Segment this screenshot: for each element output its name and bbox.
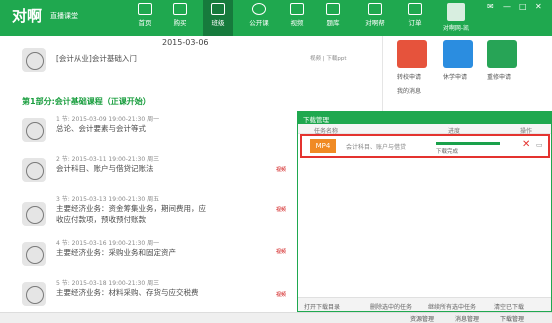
clear-finished-button[interactable]: 清空已下载 (494, 302, 524, 311)
download-progress-bar (436, 142, 500, 145)
nav-help[interactable]: 对啊帮 (360, 3, 390, 27)
app-logo-sub: 直播课堂 (50, 12, 78, 20)
transfer-button[interactable] (397, 40, 427, 68)
minimize-icon[interactable]: — (503, 2, 511, 11)
status-bar: 资源管理 消息管理 下载管理 (0, 312, 552, 323)
nav-orders[interactable]: 订单 (400, 3, 430, 27)
download-item[interactable]: MP4 会计科目、账户与借贷 下载完成 ✕ ▭ (300, 134, 550, 158)
diamond-icon (173, 3, 187, 15)
play-circle-icon (252, 3, 266, 15)
list-item[interactable]: [会计从业]会计基础入门 视频 | 下载ppt (22, 44, 374, 74)
nav-public-class[interactable]: 公开课 (244, 3, 274, 27)
section-title: 第1部分:会计基础课程（正课开始） (22, 97, 151, 106)
folder-icon (326, 3, 340, 15)
delete-icon[interactable]: ✕ (522, 139, 530, 150)
check-circle-icon (22, 158, 46, 182)
check-circle-icon (22, 242, 46, 266)
class-icon (211, 3, 225, 15)
app-logo: 对啊 (12, 7, 43, 25)
download-name: 会计科目、账户与借贷 (346, 144, 407, 151)
user-name: 对啊网-凯 (442, 25, 470, 32)
user-menu[interactable]: 对啊网-凯 (438, 0, 474, 36)
lesson-title: [会计从业]会计基础入门 (56, 54, 137, 63)
check-circle-icon (22, 282, 46, 306)
check-circle-icon (22, 202, 46, 226)
check-circle-icon (22, 118, 46, 142)
avatar (447, 3, 465, 21)
file-type-badge: MP4 (310, 139, 336, 153)
download-manager-window: 下载管理 任务名称 进度 操作 MP4 会计科目、账户与借贷 下载完成 ✕ ▭ … (297, 111, 552, 312)
lesson-actions[interactable]: 视频 | 下载ppt (310, 54, 347, 62)
nav-home[interactable]: 首页 (130, 3, 160, 27)
skin-icon[interactable]: ✉ (487, 2, 494, 11)
close-icon[interactable]: ✕ (535, 2, 542, 11)
maximize-icon[interactable]: □ (519, 2, 527, 11)
nav-video[interactable]: 视频 (282, 3, 312, 27)
home-icon (138, 3, 152, 15)
download-manager-button[interactable]: 下载管理 (500, 314, 524, 323)
download-title: 下载管理 (298, 112, 551, 124)
forum-icon (368, 3, 382, 15)
message-manager-button[interactable]: 消息管理 (455, 314, 479, 323)
folder-open-icon[interactable]: ▭ (536, 141, 543, 149)
resource-manager-button[interactable]: 资源管理 (410, 314, 434, 323)
suspend-button[interactable] (443, 40, 473, 68)
nav-class[interactable]: 班级 (203, 0, 233, 36)
resume-selected-button[interactable]: 继续所有选中任务 (428, 302, 476, 311)
delete-selected-button[interactable]: 删除选中的任务 (370, 302, 412, 311)
nav-buy[interactable]: 购买 (165, 3, 195, 27)
cart-icon (408, 3, 422, 15)
my-messages[interactable]: 我的消息 (397, 86, 421, 95)
nav-questions[interactable]: 题库 (318, 3, 348, 27)
download-status: 下载完成 (436, 149, 459, 155)
retake-button[interactable] (487, 40, 517, 68)
top-nav-bar: 对啊 直播课堂 首页 购买 班级 公开课 视频 题库 对啊帮 订单 对啊网-凯 … (0, 0, 552, 36)
download-footer: 打开下载目录 删除选中的任务 继续所有选中任务 清空已下载 (298, 297, 551, 311)
video-icon (290, 3, 304, 15)
open-dir-button[interactable]: 打开下载目录 (304, 302, 340, 311)
download-columns: 任务名称 进度 操作 (298, 124, 551, 135)
check-circle-icon (22, 48, 46, 72)
